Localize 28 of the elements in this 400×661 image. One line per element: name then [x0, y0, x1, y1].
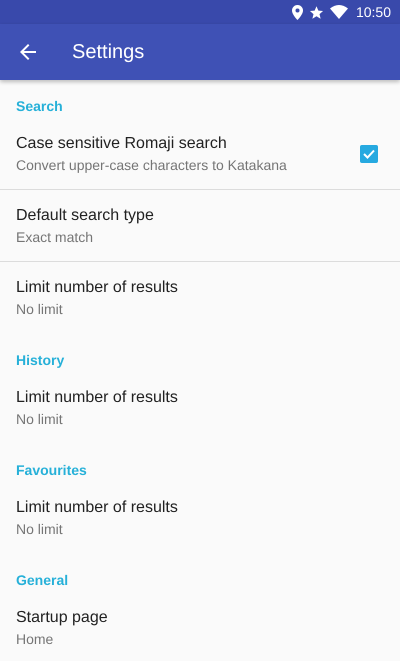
setting-title: Default search type — [16, 206, 154, 224]
section-header: General — [16, 573, 68, 587]
setting-row[interactable]: Limit number of results No limit — [0, 262, 400, 334]
checkbox[interactable] — [360, 144, 378, 162]
setting-summary: Home — [16, 631, 54, 647]
wifi-icon — [330, 5, 348, 19]
status-time: 10:50 — [356, 4, 391, 20]
setting-row[interactable]: Limit number of results No limit — [0, 372, 400, 444]
setting-summary: No limit — [16, 301, 63, 317]
setting-row[interactable]: Case sensitive Romaji search Convert upper-case characters to Katakana — [0, 118, 400, 190]
star-icon — [308, 4, 324, 20]
section-header: History — [16, 353, 64, 367]
setting-title: Limit number of results — [16, 499, 178, 517]
section-header: Search — [16, 99, 63, 113]
section-header: Favourites — [16, 463, 87, 477]
setting-row[interactable]: Startup page Home — [0, 592, 400, 661]
location-icon — [292, 4, 303, 20]
setting-title: Limit number of results — [16, 279, 178, 297]
setting-summary: Convert upper-case characters to Katakana — [16, 156, 287, 172]
setting-summary: No limit — [16, 411, 63, 427]
setting-summary: Exact match — [16, 228, 94, 244]
setting-title: Limit number of results — [16, 389, 178, 407]
setting-title: Startup page — [16, 609, 108, 627]
screen-title: Settings — [72, 40, 144, 64]
setting-row[interactable]: Limit number of results No limit — [0, 482, 400, 554]
setting-row[interactable]: Default search type Exact match — [0, 190, 400, 262]
setting-title: Case sensitive Romaji search — [16, 134, 227, 152]
setting-summary: No limit — [16, 521, 63, 537]
